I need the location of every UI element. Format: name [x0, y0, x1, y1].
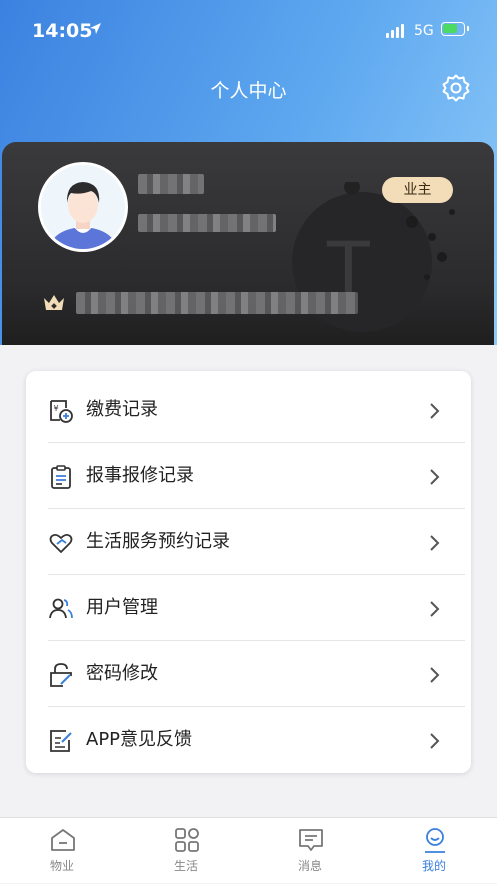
avatar[interactable]: [38, 162, 128, 252]
chevron-right-icon: [430, 601, 440, 617]
grid-icon: [175, 828, 199, 852]
tab-property[interactable]: 物业: [0, 818, 124, 884]
status-time: 14:05: [32, 20, 93, 42]
payment-record-icon: ¥: [50, 400, 73, 423]
menu-item-label: 用户管理: [86, 597, 158, 618]
feedback-icon: [50, 730, 72, 752]
tab-label: 物业: [49, 859, 74, 873]
menu-item-password-change[interactable]: 密码修改: [26, 641, 471, 707]
svg-text:¥: ¥: [54, 404, 59, 413]
home-icon: [51, 829, 75, 851]
tab-life[interactable]: 生活: [124, 818, 248, 884]
settings-gear-icon[interactable]: [441, 73, 471, 103]
chevron-right-icon: [430, 535, 440, 551]
tab-label: 生活: [173, 859, 198, 873]
battery-icon: [441, 22, 469, 36]
chevron-right-icon: [430, 733, 440, 749]
bottom-tab-bar: 物业 生活 消息 我的: [0, 817, 497, 883]
tab-label: 消息: [297, 859, 322, 873]
redacted-phone: [138, 214, 276, 232]
chevron-right-icon: [430, 469, 440, 485]
lock-edit-icon: [50, 663, 72, 687]
network-type: 5G: [414, 23, 434, 39]
chevron-right-icon: [430, 667, 440, 683]
chevron-right-icon: [430, 403, 440, 419]
tab-label: 我的: [421, 859, 446, 873]
menu-list: ¥ 缴费记录 报事报修记录 生活服务预约记录 用户管理 密码修改 APP意见反馈: [26, 371, 471, 773]
menu-item-label: 生活服务预约记录: [86, 531, 230, 552]
menu-item-label: APP意见反馈: [86, 729, 193, 750]
menu-item-app-feedback[interactable]: APP意见反馈: [26, 707, 471, 773]
signal-icon: [386, 24, 404, 38]
redacted-address: [76, 292, 358, 314]
status-bar: 14:05 5G: [0, 0, 497, 64]
menu-item-label: 报事报修记录: [86, 465, 194, 486]
avatar-person-icon: [41, 165, 125, 249]
menu-item-label: 缴费记录: [86, 399, 158, 420]
profile-card[interactable]: T 业主: [2, 142, 494, 345]
menu-item-repair-record[interactable]: 报事报修记录: [26, 443, 471, 509]
location-arrow-icon: [90, 23, 101, 34]
clipboard-icon: [51, 465, 71, 489]
menu-item-service-booking[interactable]: 生活服务预约记录: [26, 509, 471, 575]
page-title: 个人中心: [210, 80, 287, 102]
redacted-username: [138, 174, 204, 194]
message-icon: [299, 829, 323, 851]
crown-icon: [44, 295, 64, 310]
menu-item-label: 密码修改: [86, 663, 158, 684]
role-badge: 业主: [382, 177, 453, 203]
user-icon: [425, 828, 445, 853]
tab-messages[interactable]: 消息: [248, 818, 372, 884]
users-icon: [49, 598, 73, 619]
menu-item-user-management[interactable]: 用户管理: [26, 575, 471, 641]
tab-mine[interactable]: 我的: [372, 818, 496, 884]
card-watermark-icon: T: [292, 182, 455, 332]
menu-item-payment-record[interactable]: ¥ 缴费记录: [26, 377, 471, 443]
heart-service-icon: [49, 533, 73, 553]
